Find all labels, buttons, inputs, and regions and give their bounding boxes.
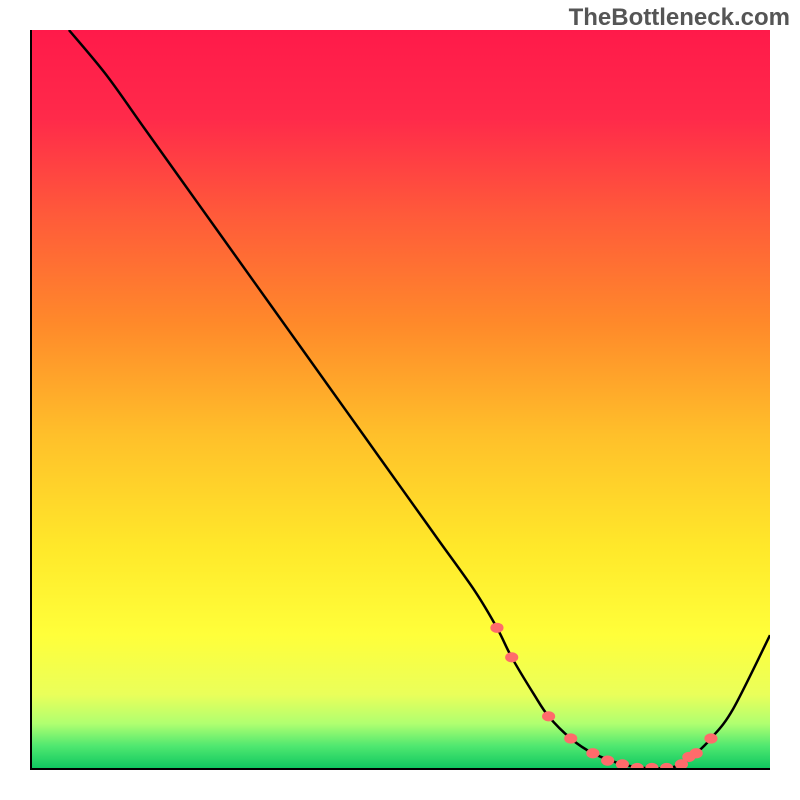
marker-point — [660, 763, 673, 768]
chart-container: TheBottleneck.com — [0, 0, 800, 800]
marker-point — [505, 652, 518, 662]
marker-point — [601, 756, 614, 766]
marker-point — [690, 748, 703, 758]
plot-area — [30, 30, 770, 770]
marker-point — [586, 748, 599, 758]
marker-point — [631, 763, 644, 768]
watermark-text: TheBottleneck.com — [569, 4, 790, 32]
marker-point — [704, 733, 717, 743]
marker-point — [542, 711, 555, 721]
highlight-markers — [490, 623, 717, 768]
marker-point — [616, 759, 629, 768]
marker-point — [645, 763, 658, 768]
marker-point — [564, 733, 577, 743]
bottleneck-curve — [69, 30, 770, 768]
curve-layer — [32, 30, 770, 768]
marker-point — [490, 623, 503, 633]
